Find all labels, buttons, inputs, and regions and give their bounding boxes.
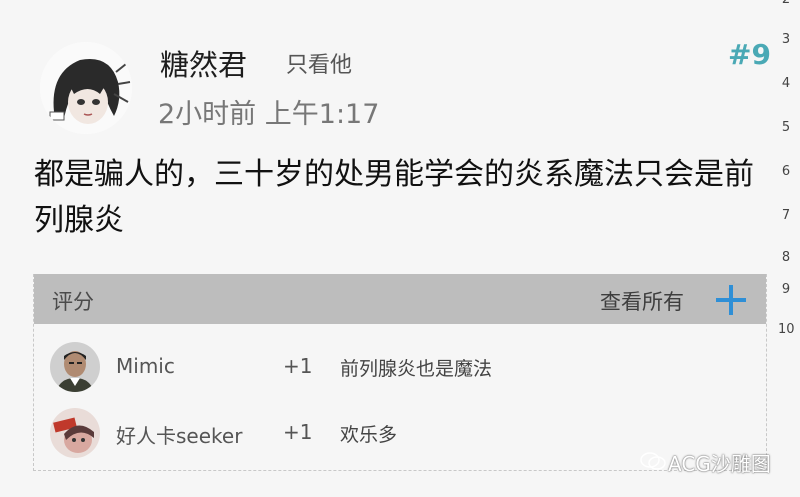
watermark-text: ACG沙雕图	[668, 452, 771, 476]
view-all-ratings-link[interactable]: 查看所有	[600, 286, 684, 316]
line-number: 10	[778, 322, 795, 337]
rating-row: Mimic +1 前列腺炎也是魔法	[34, 338, 766, 398]
post-content: 都是骗人的，三十岁的处男能学会的炎系魔法只会是前列腺炎	[34, 157, 754, 238]
rating-title: 评分	[52, 290, 94, 314]
line-number: 5	[781, 120, 791, 135]
rating-panel: 评分 查看所有 Mimic +1 前列腺炎也是魔法 好人卡seeker +1 欢…	[33, 274, 767, 471]
plus-icon[interactable]	[716, 285, 746, 315]
line-number: 3	[781, 32, 791, 47]
line-number: 7	[781, 208, 791, 223]
line-number: 9	[781, 282, 791, 297]
only-view-author-button[interactable]: 只看他	[286, 47, 352, 79]
watermark: ACG沙雕图	[640, 448, 771, 477]
line-number: 6	[781, 164, 791, 179]
rating-score: +1	[283, 354, 313, 378]
rater-name[interactable]: Mimic	[116, 354, 175, 378]
line-number: 4	[781, 76, 791, 91]
rating-score: +1	[283, 420, 313, 444]
floor-number: #9	[728, 38, 771, 71]
anime-avatar-icon	[40, 42, 132, 134]
author-avatar[interactable]	[40, 42, 132, 134]
rating-comment: 欢乐多	[340, 424, 398, 446]
wechat-icon	[640, 451, 668, 476]
line-number: 2	[778, 0, 794, 7]
rater-avatar[interactable]	[50, 342, 100, 392]
rater-name[interactable]: 好人卡seeker	[116, 420, 242, 449]
rater-avatar[interactable]	[50, 408, 100, 458]
rating-header: 评分 查看所有	[34, 274, 766, 324]
post-timestamp: 2小时前 上午1:17	[158, 99, 380, 130]
rating-comment: 前列腺炎也是魔法	[340, 358, 493, 380]
person-avatar-icon	[50, 342, 100, 392]
line-number: 8	[781, 250, 791, 265]
cartoon-avatar-icon	[50, 408, 100, 458]
author-name[interactable]: 糖然君	[160, 42, 247, 84]
